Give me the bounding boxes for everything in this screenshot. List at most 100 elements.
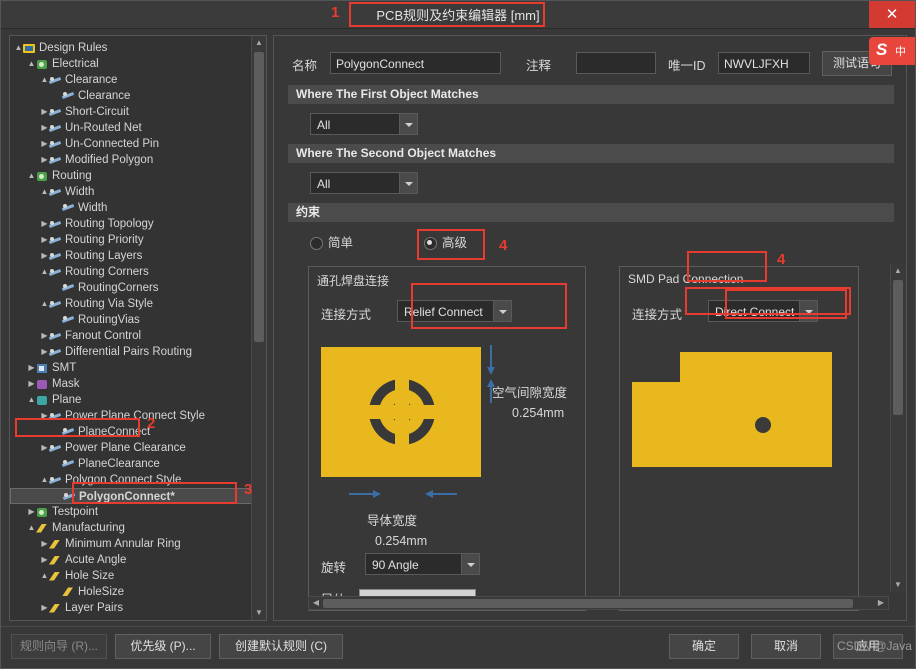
radio-icon-selected[interactable]: [424, 237, 437, 251]
tree-twisty-icon[interactable]: ▶: [40, 344, 49, 360]
tree-item[interactable]: ▶ Un-Connected Pin: [10, 136, 252, 152]
design-rules-tree[interactable]: ▲ Design Rules ▲ Electrical ▲ Clearance Cleara…: [9, 35, 267, 621]
tree-item[interactable]: ▶ Mask: [10, 376, 252, 392]
scroll-left-arrow[interactable]: ◀: [310, 597, 322, 609]
scroll-up-arrow[interactable]: ▲: [252, 36, 266, 50]
radio-icon[interactable]: [310, 237, 323, 251]
tree-item[interactable]: PlaneConnect: [10, 424, 252, 440]
cancel-button[interactable]: 取消: [751, 634, 821, 659]
tree-item[interactable]: PlaneClearance: [10, 456, 252, 472]
chevron-down-icon[interactable]: [399, 173, 417, 193]
scroll-up-arrow[interactable]: ▲: [891, 264, 905, 278]
tree-item[interactable]: RoutingVias: [10, 312, 252, 328]
scroll-down-arrow[interactable]: ▼: [891, 578, 905, 592]
tree-twisty-icon[interactable]: ▶: [40, 104, 49, 120]
tree-item[interactable]: ▶ Minimum Annular Ring: [10, 536, 252, 552]
tree-item[interactable]: ▲ Polygon Connect Style: [10, 472, 252, 488]
tree-item[interactable]: ▲ Hole Size: [10, 568, 252, 584]
constraints-horizontal-scrollbar[interactable]: ◀ ▶: [308, 596, 889, 610]
chevron-down-icon[interactable]: [461, 554, 479, 574]
scroll-thumb[interactable]: [254, 52, 264, 342]
tree-item[interactable]: ▶ Un-Routed Net: [10, 120, 252, 136]
ime-indicator[interactable]: S 中: [869, 37, 915, 65]
through-hole-connect-combo[interactable]: Relief Connect: [397, 300, 512, 322]
tree-twisty-icon[interactable]: ▶: [40, 232, 49, 248]
tree-item[interactable]: ▶ Acute Angle: [10, 552, 252, 568]
tree-twisty-icon[interactable]: ▲: [40, 184, 49, 200]
chevron-down-icon[interactable]: [799, 301, 817, 321]
second-object-scope-combo[interactable]: All: [310, 172, 418, 194]
tree-item[interactable]: ▲ Manufacturing: [10, 520, 252, 536]
constraints-vertical-scrollbar[interactable]: ▲ ▼: [890, 264, 905, 592]
tree-twisty-icon[interactable]: ▶: [40, 552, 49, 568]
scroll-thumb[interactable]: [893, 280, 903, 415]
tree-twisty-icon[interactable]: ▶: [27, 360, 36, 376]
chevron-down-icon[interactable]: [493, 301, 511, 321]
tree-item[interactable]: ▶ Differential Pairs Routing: [10, 344, 252, 360]
tree-twisty-icon[interactable]: ▶: [40, 536, 49, 552]
tree-item[interactable]: ▶ Routing Layers: [10, 248, 252, 264]
close-button[interactable]: ✕: [869, 1, 915, 28]
tree-twisty-icon[interactable]: ▲: [40, 568, 49, 584]
tree-item[interactable]: ▶ Short-Circuit: [10, 104, 252, 120]
name-input[interactable]: PolygonConnect: [330, 52, 501, 74]
scroll-down-arrow[interactable]: ▼: [252, 606, 266, 620]
tree-twisty-icon[interactable]: ▶: [40, 440, 49, 456]
tree-twisty-icon[interactable]: ▲: [40, 264, 49, 280]
tree-twisty-icon[interactable]: ▲: [14, 40, 23, 56]
tree-twisty-icon[interactable]: ▶: [40, 216, 49, 232]
tree-twisty-icon[interactable]: ▶: [40, 328, 49, 344]
tree-item[interactable]: ▲ Plane: [10, 392, 252, 408]
tree-item[interactable]: PolygonConnect*: [10, 488, 252, 504]
tree-twisty-icon[interactable]: ▲: [27, 520, 36, 536]
tree-twisty-icon[interactable]: ▲: [27, 56, 36, 72]
tree-item[interactable]: ▶ Modified Polygon: [10, 152, 252, 168]
tree-item[interactable]: ▲ Routing Corners: [10, 264, 252, 280]
tree-item[interactable]: ▶ Power Plane Connect Style: [10, 408, 252, 424]
tree-twisty-icon[interactable]: ▶: [40, 152, 49, 168]
tree-twisty-icon[interactable]: ▶: [40, 408, 49, 424]
tree-item[interactable]: RoutingCorners: [10, 280, 252, 296]
scroll-right-arrow[interactable]: ▶: [875, 597, 887, 609]
tree-item[interactable]: ▲ Width: [10, 184, 252, 200]
priority-button[interactable]: 优先级 (P)...: [115, 634, 211, 659]
tree-item[interactable]: ▶ Fanout Control: [10, 328, 252, 344]
tree-twisty-icon[interactable]: ▶: [40, 136, 49, 152]
tree-item[interactable]: ▶ SMT: [10, 360, 252, 376]
tree-item[interactable]: ▶ Layer Pairs: [10, 600, 252, 616]
tree-item[interactable]: ▶ Testpoint: [10, 504, 252, 520]
tree-item[interactable]: ▲ Routing Via Style: [10, 296, 252, 312]
tree-twisty-icon[interactable]: ▶: [40, 248, 49, 264]
tree-twisty-icon[interactable]: ▲: [40, 72, 49, 88]
ok-button[interactable]: 确定: [669, 634, 739, 659]
tree-item[interactable]: ▲ Clearance: [10, 72, 252, 88]
tree-item[interactable]: ▲ Design Rules: [10, 40, 252, 56]
tree-vertical-scrollbar[interactable]: ▲ ▼: [251, 36, 266, 620]
chevron-down-icon[interactable]: [399, 114, 417, 134]
tree-item[interactable]: ▶ Routing Topology: [10, 216, 252, 232]
rule-wizard-button[interactable]: 规则向导 (R)...: [11, 634, 107, 659]
tree-twisty-icon[interactable]: ▶: [27, 376, 36, 392]
tree-item[interactable]: ▶ Power Plane Clearance: [10, 440, 252, 456]
tree-item[interactable]: Width: [10, 200, 252, 216]
smd-connect-combo[interactable]: Direct Connect: [708, 300, 818, 322]
tree-item[interactable]: HoleSize: [10, 584, 252, 600]
tree-item[interactable]: Clearance: [10, 88, 252, 104]
create-default-rules-button[interactable]: 创建默认规则 (C): [219, 634, 343, 659]
tree-twisty-icon[interactable]: ▶: [27, 504, 36, 520]
uid-input[interactable]: NWVLJFXH: [718, 52, 810, 74]
tree-twisty-icon[interactable]: ▶: [40, 600, 49, 616]
scroll-thumb[interactable]: [323, 599, 853, 608]
tree-item[interactable]: ▶ Routing Priority: [10, 232, 252, 248]
mode-simple-radio[interactable]: 简单: [310, 232, 353, 251]
tree-item[interactable]: ▲ Routing: [10, 168, 252, 184]
tree-twisty-icon[interactable]: ▶: [40, 120, 49, 136]
rotation-combo[interactable]: 90 Angle: [365, 553, 480, 575]
tree-twisty-icon[interactable]: ▲: [27, 392, 36, 408]
tree-twisty-icon[interactable]: ▲: [40, 472, 49, 488]
tree-twisty-icon[interactable]: ▲: [40, 296, 49, 312]
tree-item[interactable]: ▲ Electrical: [10, 56, 252, 72]
first-object-scope-combo[interactable]: All: [310, 113, 418, 135]
tree-twisty-icon[interactable]: ▲: [27, 168, 36, 184]
comment-input[interactable]: [576, 52, 656, 74]
